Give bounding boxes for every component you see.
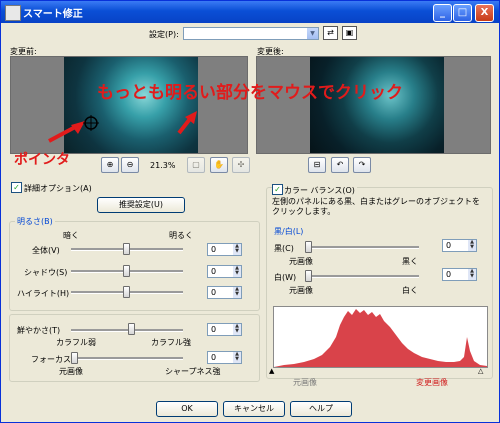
- focus-slider-track[interactable]: [71, 357, 183, 360]
- load-settings-icon[interactable]: ⇄: [323, 26, 338, 40]
- pointer-arrowhead: [71, 121, 85, 134]
- histogram-changed-label: 変更画像: [416, 378, 448, 387]
- black-slider-thumb[interactable]: [305, 241, 312, 253]
- saturation-right-label: カラフル強: [151, 338, 191, 347]
- spin-arrows-icon[interactable]: ▲ ▼: [233, 324, 241, 335]
- focus-slider-thumb[interactable]: [71, 352, 78, 364]
- shadow-label: シャドウ(S): [24, 268, 68, 277]
- shadow-value: 0: [211, 267, 217, 276]
- spin-arrows-icon[interactable]: ▲ ▼: [233, 244, 241, 255]
- white-right-label: 白く: [402, 286, 418, 295]
- app-icon: [5, 5, 21, 21]
- histogram-original-label: 元画像: [293, 378, 317, 387]
- saturation-slider-track[interactable]: [71, 329, 183, 332]
- pan-icon[interactable]: ✣: [232, 157, 250, 173]
- dark-label: 暗く: [63, 231, 79, 240]
- minimize-button[interactable]: _: [433, 4, 452, 22]
- zoom-in-icon[interactable]: ⊕: [101, 157, 119, 173]
- color-balance-checkbox[interactable]: ✓: [272, 184, 283, 195]
- saturation-spinbox[interactable]: 0 ▲ ▼: [207, 323, 242, 336]
- split-view-icon[interactable]: ⊟: [308, 157, 326, 173]
- black-right-label: 黒く: [402, 257, 418, 266]
- detail-option-checkbox[interactable]: ✓: [11, 182, 22, 193]
- white-label: 白(W): [274, 273, 297, 282]
- spin-arrows-icon[interactable]: ▲ ▼: [468, 240, 476, 251]
- spin-arrows-icon[interactable]: ▲ ▼: [233, 287, 241, 298]
- after-image: [310, 57, 444, 153]
- instruction-annotation: もっとも明るい部分をマウスでクリック: [97, 83, 403, 103]
- focus-right-label: シャープネス強: [165, 367, 221, 376]
- save-settings-icon[interactable]: ▣: [342, 26, 357, 40]
- black-left-label: 元画像: [289, 257, 313, 266]
- focus-spinbox[interactable]: 0 ▲ ▼: [207, 351, 242, 364]
- black-label: 黒(C): [274, 244, 294, 253]
- focus-label: フォーカス: [31, 355, 71, 364]
- overall-spinbox[interactable]: 0 ▲ ▼: [207, 243, 242, 256]
- black-point-marker-icon[interactable]: ▲: [269, 367, 274, 375]
- white-left-label: 元画像: [289, 286, 313, 295]
- saturation-slider-thumb[interactable]: [128, 323, 135, 335]
- color-balance-label: カラー バランス(O): [284, 185, 357, 196]
- histogram-area: [274, 309, 487, 367]
- after-preview: [256, 56, 491, 154]
- brightness-group-title: 明るさ(B): [15, 216, 55, 227]
- help-button[interactable]: ヘルプ: [290, 401, 352, 417]
- zoom-out-icon[interactable]: ⊖: [121, 157, 139, 173]
- highlight-value: 0: [211, 288, 217, 297]
- highlight-slider-thumb[interactable]: [123, 286, 130, 298]
- histogram-panel: [273, 306, 488, 368]
- detail-option-label: 詳細オプション(A): [24, 184, 92, 193]
- cancel-button[interactable]: キャンセル: [223, 401, 285, 417]
- rotate-right-icon[interactable]: ↷: [353, 157, 371, 173]
- overall-value: 0: [211, 245, 217, 254]
- hand-tool-icon[interactable]: ✋: [210, 157, 228, 173]
- spin-arrows-icon[interactable]: ▲ ▼: [468, 269, 476, 280]
- maximize-button[interactable]: □: [453, 4, 472, 22]
- recommended-settings-button[interactable]: 推奨設定(U): [97, 197, 185, 213]
- color-balance-description: 左側のパネルにある黒、白またはグレーのオブジェクトをクリックします。: [272, 197, 480, 216]
- saturation-label: 鮮やかさ(T): [17, 326, 61, 335]
- bright-label: 明るく: [169, 231, 193, 240]
- zoom-level: 21.3%: [150, 161, 176, 170]
- smart-fix-dialog: スマート修正 _ □ X 設定(P): ▼ ⇄ ▣ 変更前: 変更後: もっとも…: [0, 0, 500, 423]
- annotation-arrows: [48, 111, 197, 143]
- settings-label: 設定(P):: [149, 30, 179, 39]
- settings-dropdown[interactable]: ▼: [183, 27, 319, 40]
- window-title: スマート修正: [23, 9, 83, 20]
- white-spinbox[interactable]: 0 ▲ ▼: [442, 268, 477, 281]
- overall-label: 全体(V): [32, 246, 60, 255]
- shadow-spinbox[interactable]: 0 ▲ ▼: [207, 265, 242, 278]
- title-bar[interactable]: スマート修正 _ □ X: [1, 1, 499, 23]
- white-value: 0: [446, 270, 452, 279]
- black-white-group-title: 黒/白(L): [272, 226, 306, 237]
- saturation-left-label: カラフル弱: [56, 338, 96, 347]
- white-point-marker-icon[interactable]: △: [478, 367, 483, 375]
- spin-arrows-icon[interactable]: ▲ ▼: [233, 266, 241, 277]
- histogram-graph: [274, 309, 487, 367]
- black-spinbox[interactable]: 0 ▲ ▼: [442, 239, 477, 252]
- spin-arrows-icon[interactable]: ▲ ▼: [233, 352, 241, 363]
- ok-button[interactable]: OK: [156, 401, 218, 417]
- white-slider-thumb[interactable]: [305, 270, 312, 282]
- shadow-slider-thumb[interactable]: [123, 265, 130, 277]
- fit-window-icon[interactable]: ▢: [187, 157, 205, 173]
- highlight-label: ハイライト(H): [17, 289, 70, 298]
- saturation-value: 0: [211, 325, 217, 334]
- black-slider-track[interactable]: [307, 246, 419, 249]
- rotate-left-icon[interactable]: ↶: [331, 157, 349, 173]
- focus-value: 0: [211, 353, 217, 362]
- chevron-down-icon[interactable]: ▼: [307, 28, 318, 39]
- close-button[interactable]: X: [475, 4, 494, 22]
- black-value: 0: [446, 241, 452, 250]
- white-slider-track[interactable]: [307, 275, 419, 278]
- focus-left-label: 元画像: [59, 367, 83, 376]
- overall-slider-thumb[interactable]: [123, 243, 130, 255]
- highlight-spinbox[interactable]: 0 ▲ ▼: [207, 286, 242, 299]
